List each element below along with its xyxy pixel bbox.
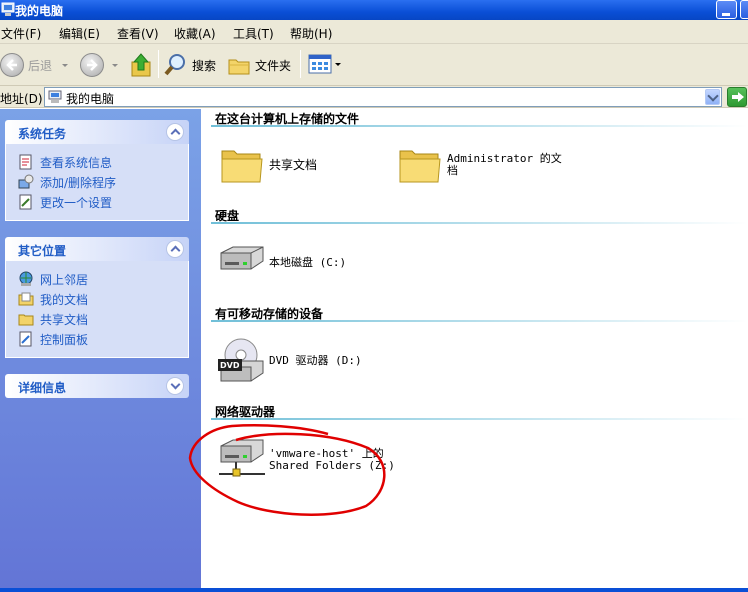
collapse-chevron-icon[interactable]: [166, 123, 184, 141]
menu-bar: 文件(F) 编辑(E) 查看(V) 收藏(A) 工具(T) 帮助(H): [0, 20, 748, 44]
maximize-button[interactable]: [740, 0, 748, 19]
network-drive-line2[interactable]: Shared Folders (Z:): [269, 460, 395, 472]
toolbar-separator: [300, 50, 301, 78]
back-label: 后退: [28, 58, 53, 73]
task-label: 查看系统信息: [40, 155, 113, 170]
place-shared-documents[interactable]: 共享文档: [6, 309, 188, 329]
details-header[interactable]: 详细信息: [5, 374, 189, 398]
address-label: 地址(D): [0, 92, 43, 106]
menu-help[interactable]: 帮助(H): [290, 25, 332, 42]
folder-icon: [221, 150, 263, 183]
task-pane: 系统任务 查看系统信息 添加/删除程序 更改一个设置 其它位置 网上邻居 我的文…: [0, 109, 201, 588]
other-places-panel: 其它位置 网上邻居 我的文档 共享文档 控制面板: [5, 237, 189, 358]
network-drive-icon: [219, 439, 265, 477]
expand-chevron-icon[interactable]: [166, 377, 184, 395]
dvd-drive-icon: DVD: [218, 338, 264, 382]
system-tasks-header[interactable]: 系统任务: [5, 120, 189, 144]
dvd-drive-d[interactable]: DVD 驱动器 (D:): [269, 355, 362, 367]
task-view-system-info[interactable]: 查看系统信息: [6, 152, 188, 172]
menu-view[interactable]: 查看(V): [117, 25, 159, 42]
menu-favorites[interactable]: 收藏(A): [174, 25, 216, 42]
address-input[interactable]: 我的电脑: [44, 87, 722, 107]
details-title: 详细信息: [18, 381, 67, 395]
address-bar: 地址(D) 我的电脑: [0, 86, 748, 108]
network-places-icon: [19, 271, 33, 286]
other-places-title: 其它位置: [18, 244, 67, 258]
folders-label: 文件夹: [255, 58, 292, 73]
shared-folder-icon: [18, 314, 34, 326]
folders-button[interactable]: 文件夹: [227, 52, 291, 78]
place-label: 控制面板: [40, 332, 89, 347]
folder-up-icon: [131, 53, 151, 77]
window-title: 我的电脑: [15, 4, 64, 18]
go-button[interactable]: [727, 87, 747, 107]
other-places-header[interactable]: 其它位置: [5, 237, 189, 261]
administrator-documents-line2[interactable]: 档: [447, 165, 458, 177]
search-button[interactable]: 搜索: [164, 52, 216, 78]
menu-file[interactable]: 文件(F): [1, 25, 41, 42]
change-setting-icon: [19, 194, 32, 210]
bottom-border: [0, 588, 748, 592]
toolbar: 后退 搜索 文件夹: [0, 44, 748, 86]
views-icon: [308, 54, 332, 74]
forward-arrow-icon: [80, 53, 104, 77]
svg-text:DVD: DVD: [220, 361, 240, 370]
section-divider: [211, 125, 748, 127]
section-divider: [211, 222, 748, 224]
search-label: 搜索: [192, 58, 217, 73]
collapse-chevron-icon[interactable]: [166, 240, 184, 258]
administrator-documents-line1[interactable]: Administrator 的文: [447, 153, 562, 165]
minimize-button[interactable]: [716, 0, 737, 19]
place-label: 网上邻居: [40, 272, 89, 287]
system-info-icon: [19, 154, 32, 170]
system-tasks-panel: 系统任务 查看系统信息 添加/删除程序 更改一个设置: [5, 120, 189, 221]
details-panel: 详细信息: [5, 374, 189, 398]
title-bar: 我的电脑: [0, 0, 748, 20]
folder-icon: [399, 150, 441, 183]
task-label: 添加/删除程序: [40, 175, 117, 190]
my-documents-icon: [18, 292, 34, 306]
views-button[interactable]: [308, 53, 341, 75]
menu-edit[interactable]: 编辑(E): [59, 25, 100, 42]
search-icon: [164, 54, 185, 76]
section-divider: [211, 418, 748, 420]
hard-disk-icon: [220, 246, 264, 270]
system-tasks-title: 系统任务: [18, 127, 67, 141]
place-label: 我的文档: [40, 292, 89, 307]
views-dropdown-icon: [335, 62, 341, 66]
place-label: 共享文档: [40, 312, 89, 327]
place-my-documents[interactable]: 我的文档: [6, 289, 188, 309]
my-computer-icon: [1, 2, 15, 16]
address-dropdown-button[interactable]: [705, 89, 720, 105]
menu-tools[interactable]: 工具(T): [233, 25, 274, 42]
toolbar-separator: [158, 50, 159, 78]
back-dropdown-icon: [62, 63, 69, 67]
place-control-panel[interactable]: 控制面板: [6, 329, 188, 349]
place-network[interactable]: 网上邻居: [6, 269, 188, 289]
task-change-setting[interactable]: 更改一个设置: [6, 192, 188, 212]
my-computer-icon: [48, 90, 62, 103]
up-button[interactable]: [129, 52, 153, 78]
forward-button[interactable]: [80, 53, 118, 77]
shared-documents-folder[interactable]: 共享文档: [269, 159, 317, 171]
address-value: 我的电脑: [66, 92, 115, 106]
forward-dropdown-icon: [112, 63, 118, 67]
local-disk-c[interactable]: 本地磁盘 (C:): [269, 257, 346, 269]
section-divider: [211, 320, 748, 322]
back-button[interactable]: 后退: [0, 53, 69, 77]
control-panel-icon: [19, 331, 32, 347]
back-arrow-icon: [0, 53, 24, 77]
task-label: 更改一个设置: [40, 195, 113, 210]
task-add-remove-programs[interactable]: 添加/删除程序: [6, 172, 188, 192]
folders-icon: [228, 59, 250, 75]
content-pane: 在这台计算机上存储的文件 共享文档 Administrator 的文 档 硬盘 …: [201, 109, 748, 588]
add-remove-programs-icon: [18, 174, 34, 189]
